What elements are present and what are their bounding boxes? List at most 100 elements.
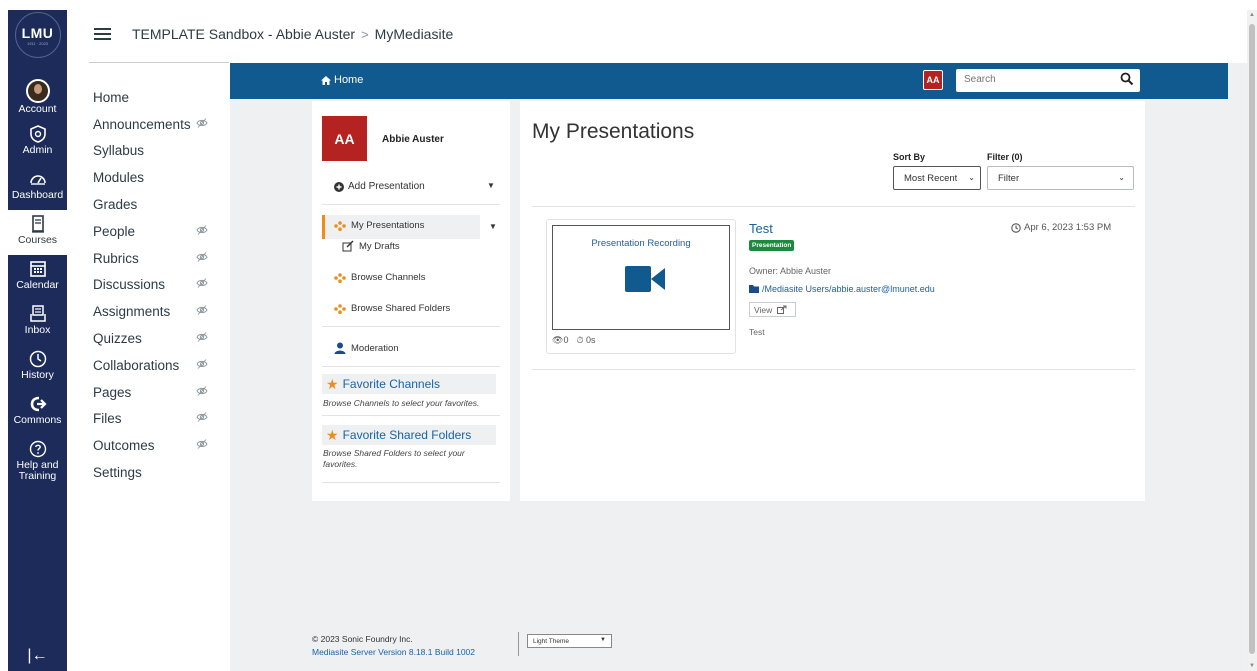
course-nav-item[interactable]: Settings xyxy=(93,459,208,486)
course-nav-item[interactable]: Home xyxy=(93,84,208,111)
presentation-icon xyxy=(334,220,346,231)
course-nav-item[interactable]: Modules xyxy=(93,164,208,191)
favorite-folders-header: ★ Favorite Shared Folders xyxy=(322,425,496,445)
my-drafts-link[interactable]: My Drafts xyxy=(342,240,400,252)
course-nav-label: Quizzes xyxy=(93,331,142,347)
course-nav-item[interactable]: Collaborations xyxy=(93,352,208,379)
course-nav-item[interactable]: People xyxy=(93,218,208,245)
course-header: TEMPLATE Sandbox - Abbie Auster > MyMedi… xyxy=(67,10,1247,63)
divider xyxy=(322,482,500,483)
plus-circle-icon xyxy=(334,181,344,192)
shield-icon xyxy=(29,125,46,143)
course-nav-label: Collaborations xyxy=(93,357,180,373)
course-nav-item[interactable]: Syllabus xyxy=(93,138,208,165)
caret-down-icon[interactable]: ▼ xyxy=(487,181,495,190)
mediasite-topbar: Home AA xyxy=(230,63,1228,99)
global-nav-courses[interactable]: Courses xyxy=(8,210,67,255)
view-label: View xyxy=(754,304,773,315)
home-icon xyxy=(321,75,331,85)
presentation-owner: Owner: Abbie Auster xyxy=(749,266,832,276)
hidden-eye-icon xyxy=(196,439,208,452)
moderation-link[interactable]: Moderation xyxy=(334,342,399,354)
presentation-folder-link[interactable]: /Mediasite Users/abbie.auster@lmunet.edu xyxy=(749,284,935,294)
global-nav-calendar[interactable]: Calendar xyxy=(8,255,67,300)
home-link[interactable]: Home xyxy=(321,74,363,86)
mediasite-content: Home AA AA Abbie Auster Add Presentation… xyxy=(230,63,1257,671)
sort-by-select[interactable]: Most Recent ⌄ xyxy=(893,166,981,190)
presentations-panel: My Presentations Sort By Filter (0) Most… xyxy=(520,101,1145,501)
course-nav-item[interactable]: Rubrics xyxy=(93,245,208,272)
caret-down-icon[interactable]: ▼ xyxy=(489,222,497,231)
folder-icon xyxy=(749,285,759,293)
global-nav-label: Dashboard xyxy=(11,189,64,201)
global-nav-commons[interactable]: Commons xyxy=(8,390,67,435)
footer-divider xyxy=(518,632,519,656)
inbox-icon xyxy=(29,305,46,322)
presentation-folder-path: /Mediasite Users/abbie.auster@lmunet.edu xyxy=(762,284,935,294)
video-camera-icon xyxy=(625,266,665,292)
global-nav-admin[interactable]: Admin xyxy=(8,120,67,165)
course-nav-label: Modules xyxy=(93,170,145,186)
presentation-stats: 👁0 ⏱ 0s xyxy=(552,335,596,346)
dashboard-icon xyxy=(29,175,46,185)
breadcrumb-course-link[interactable]: TEMPLATE Sandbox - Abbie Auster xyxy=(132,26,355,42)
scroll-down-icon[interactable]: ▼ xyxy=(1249,663,1255,669)
edit-icon xyxy=(342,240,354,252)
course-nav-label: Discussions xyxy=(93,277,166,293)
browse-channels-label: Browse Channels xyxy=(351,272,426,283)
view-button[interactable]: View xyxy=(749,302,796,317)
course-nav-item[interactable]: Files xyxy=(93,406,208,433)
search-input[interactable] xyxy=(964,69,1114,90)
search-icon[interactable] xyxy=(1120,72,1134,86)
presentation-card[interactable]: Presentation Recording 👁0 ⏱ 0s xyxy=(546,219,736,354)
collapse-nav-button[interactable]: |← xyxy=(8,647,67,665)
course-nav-label: Home xyxy=(93,89,130,105)
star-icon: ★ xyxy=(326,375,339,392)
page-title: My Presentations xyxy=(532,120,695,143)
browse-shared-folders-label: Browse Shared Folders xyxy=(351,303,451,314)
course-nav-item[interactable]: Assignments xyxy=(93,298,208,325)
course-nav-label: Outcomes xyxy=(93,438,155,454)
presentation-title-link[interactable]: Test xyxy=(749,221,773,236)
course-nav-item[interactable]: Announcements xyxy=(93,111,208,138)
scroll-up-icon[interactable]: ▲ xyxy=(1249,12,1255,18)
add-presentation-button[interactable]: Add Presentation xyxy=(334,181,425,192)
thumbnail-title: Presentation Recording xyxy=(591,238,691,249)
hidden-eye-icon xyxy=(196,412,208,425)
global-nav-help[interactable]: Help and Training xyxy=(8,435,67,493)
hidden-eye-icon xyxy=(196,117,208,131)
filter-select[interactable]: Filter ⌄ xyxy=(987,166,1134,190)
global-nav-account[interactable]: Account xyxy=(8,75,67,120)
footer-copyright: © 2023 Sonic Foundry Inc. xyxy=(312,634,413,644)
help-icon xyxy=(29,440,46,458)
global-nav-dashboard[interactable]: Dashboard xyxy=(8,165,67,210)
theme-select[interactable]: Light Theme ▼ xyxy=(527,634,612,648)
course-nav-label: Grades xyxy=(93,197,138,213)
browse-channels-link[interactable]: Browse Channels xyxy=(334,272,425,283)
course-nav-item[interactable]: Pages xyxy=(93,379,208,406)
favorite-folders-title: Favorite Shared Folders xyxy=(342,428,472,442)
presentation-thumbnail[interactable]: Presentation Recording xyxy=(552,225,730,330)
user-badge[interactable]: AA xyxy=(923,70,943,90)
course-nav-label: Pages xyxy=(93,384,132,400)
lmu-logo[interactable]: LMU 1911 · 2023 xyxy=(8,10,67,60)
my-presentations-link[interactable]: My Presentations xyxy=(334,220,424,231)
footer-version[interactable]: Mediasite Server Version 8.18.1 Build 10… xyxy=(312,647,475,657)
hamburger-icon[interactable] xyxy=(94,28,111,40)
course-nav-item[interactable]: Grades xyxy=(93,191,208,218)
course-nav-item[interactable]: Outcomes xyxy=(93,432,208,459)
course-nav-item[interactable]: Quizzes xyxy=(93,325,208,352)
logo-seal: LMU 1911 · 2023 xyxy=(14,12,61,58)
course-nav-item[interactable]: Discussions xyxy=(93,272,208,299)
global-nav-inbox[interactable]: Inbox xyxy=(8,300,67,345)
global-nav-label: Admin xyxy=(22,144,53,156)
browse-shared-folders-link[interactable]: Browse Shared Folders xyxy=(334,303,450,314)
hidden-eye-icon xyxy=(196,305,208,318)
page-scrollbar[interactable]: ▲ ▼ xyxy=(1247,10,1257,671)
global-nav: LMU 1911 · 2023 Account Admin Dashboard … xyxy=(8,10,67,671)
breadcrumb: TEMPLATE Sandbox - Abbie Auster > MyMedi… xyxy=(132,26,453,42)
favorite-channels-header: ★ Favorite Channels xyxy=(322,374,496,394)
global-nav-history[interactable]: History xyxy=(8,345,67,390)
commons-icon xyxy=(30,396,47,412)
scrollbar-thumb[interactable] xyxy=(1249,24,1255,654)
